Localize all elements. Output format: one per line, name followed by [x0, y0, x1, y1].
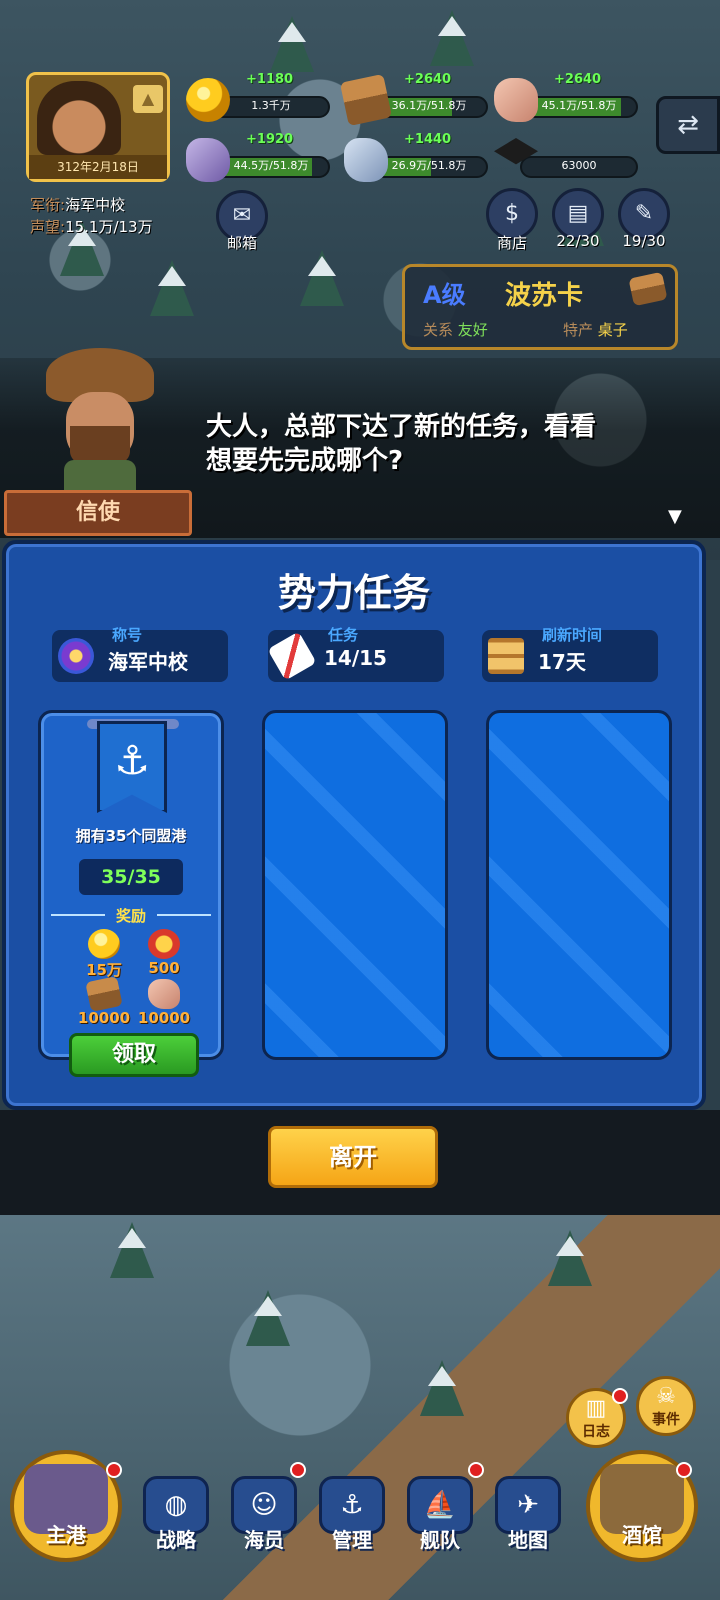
swap-arrows-icon[interactable]: ⇄	[656, 96, 720, 154]
ice-ore-icon	[344, 138, 388, 182]
task-description: 拥有35个同盟港	[75, 827, 187, 845]
nav-manage[interactable]: ⚓ 管理	[312, 1476, 392, 1553]
empty-task-slot	[486, 710, 672, 1060]
city-grade: A级	[423, 281, 466, 309]
nav-map[interactable]: ✈ 地图	[488, 1476, 568, 1553]
mail-label: 邮箱	[226, 234, 257, 252]
task-card[interactable]: ⚓ 拥有35个同盟港 35/35 奖励 15万 500 10000 10000 …	[38, 710, 224, 1077]
reward-fame: 500	[129, 929, 199, 977]
resource-gain: +1440	[404, 132, 452, 147]
nav-strategy[interactable]: ◍ 战略	[136, 1476, 216, 1553]
notification-dot	[612, 1388, 628, 1404]
book-count: 22/30	[556, 232, 600, 250]
tree-decoration	[430, 10, 474, 66]
resource-value: 63000	[561, 159, 597, 172]
fame-value: 15.1万/13万	[65, 218, 153, 236]
city-product: 特产 桌子	[563, 321, 628, 339]
money-bag-icon: $	[505, 201, 519, 226]
tree-decoration	[270, 16, 314, 72]
messenger-portrait	[40, 348, 160, 490]
reward-header: 奖励	[51, 905, 211, 925]
panel-title: 势力任务	[277, 571, 430, 615]
tree-decoration	[150, 260, 194, 316]
notification-dot	[290, 1462, 306, 1478]
nav-fleet[interactable]: ⛵ 舰队	[400, 1476, 480, 1553]
star-medal-icon	[148, 929, 180, 959]
city-relation: 关系 友好	[423, 321, 488, 339]
city-info-card[interactable]: A级 波苏卡 关系 友好 特产 桌子	[402, 264, 678, 350]
tree-decoration	[110, 1222, 154, 1278]
tree-decoration	[548, 1230, 592, 1286]
events-button[interactable]: ☠ 事件	[636, 1376, 696, 1436]
task-progress: 35/35	[79, 859, 183, 895]
avatar	[37, 81, 121, 155]
stat-refresh: 刷新时间 17天	[482, 626, 658, 682]
crystal-icon	[186, 138, 230, 182]
shop-label: 商店	[496, 234, 527, 252]
gold-coin-icon	[88, 929, 120, 959]
quest-count: 19/30	[622, 232, 666, 250]
anchor-banner-icon: ⚓	[97, 721, 167, 813]
notification-dot	[468, 1462, 484, 1478]
game-date: 312年2月18日	[29, 155, 167, 179]
stone-icon	[494, 78, 538, 122]
dialog-text: 大人，总部下达了新的任务，看看 想要先完成哪个?	[206, 412, 597, 476]
fame-label: 声望:	[30, 218, 66, 236]
resource-gain: +2640	[554, 72, 602, 87]
faction-task-panel: 势力任务 称号 海军中校 任务 14/15 刷新时间 17天 ⚓ 拥有35个同盟…	[2, 540, 706, 1110]
product-value: 桌子	[597, 321, 628, 339]
notification-dot	[676, 1462, 692, 1478]
resource-gain: +1180	[246, 72, 294, 87]
leave-button[interactable]: 离开	[268, 1126, 438, 1188]
empty-task-slot	[262, 710, 448, 1060]
tree-decoration	[246, 1290, 290, 1346]
wood-plank-icon	[85, 976, 123, 1012]
gold-coin-icon	[186, 78, 230, 122]
envelope-icon: ✉	[232, 203, 252, 228]
rank-value: 海军中校	[65, 196, 126, 214]
speaker-name: 信使	[4, 490, 192, 536]
stone-icon	[148, 979, 180, 1009]
rank-badge-icon: ▲	[133, 85, 163, 113]
resource-gain: +2640	[404, 72, 452, 87]
player-info: 军衔:海军中校 声望:15.1万/13万	[30, 194, 153, 238]
scroll-icon	[267, 631, 317, 681]
tree-decoration	[300, 250, 344, 306]
quest-scroll-icon: ✎	[634, 201, 654, 226]
stat-tasks: 任务 14/15	[267, 626, 444, 682]
continue-arrow-icon[interactable]: ▼	[668, 506, 682, 527]
book-icon: ▤	[567, 201, 589, 226]
resource-gain: +1920	[246, 132, 294, 147]
stat-title: 称号 海军中校	[52, 626, 228, 682]
player-avatar-frame[interactable]: ▲ 312年2月18日	[26, 72, 170, 182]
rank-label: 军衔:	[30, 196, 66, 214]
wood-plank-icon	[628, 271, 668, 307]
claim-button[interactable]: 领取	[69, 1033, 199, 1077]
hourglass-icon	[488, 638, 524, 674]
reward-stone: 10000	[129, 979, 199, 1027]
city-name: 波苏卡	[505, 281, 584, 311]
nav-home-port[interactable]: 主港	[10, 1450, 122, 1562]
relation-value: 友好	[457, 321, 488, 339]
tree-decoration	[420, 1360, 464, 1416]
notification-dot	[106, 1462, 122, 1478]
wood-plank-icon	[339, 73, 393, 127]
nav-crew[interactable]: ☺ 海员	[224, 1476, 304, 1553]
rank-emblem-icon	[58, 638, 94, 674]
